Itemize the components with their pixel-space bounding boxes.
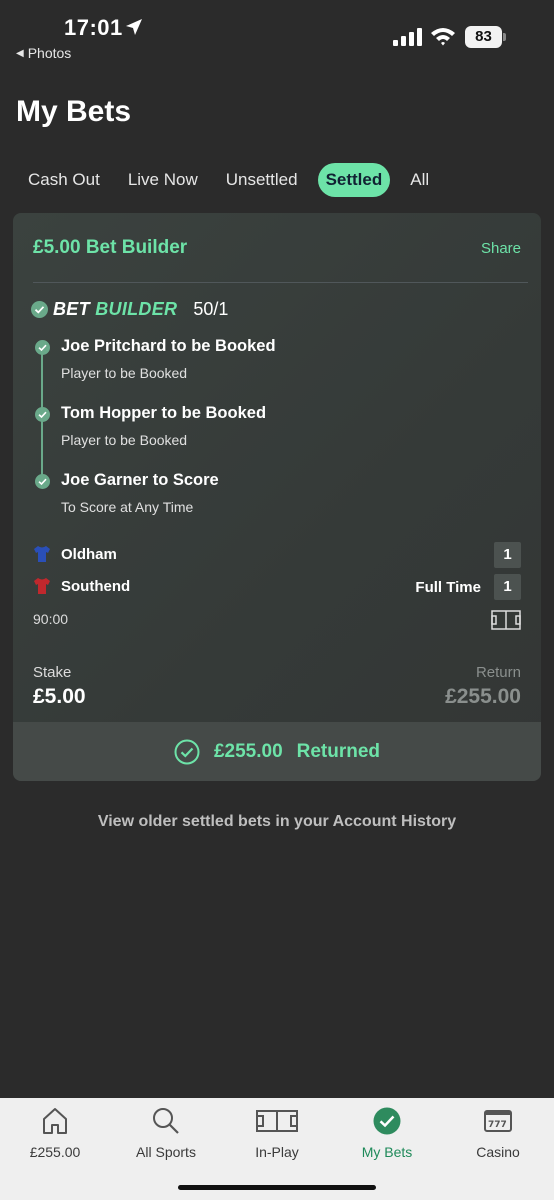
check-circle-icon <box>373 1107 401 1135</box>
returned-amount: £255.00 <box>213 740 283 762</box>
nav-label: Casino <box>476 1144 520 1160</box>
nav-label: My Bets <box>361 1144 413 1160</box>
away-score: 1 <box>494 574 521 600</box>
slot-machine-icon: 777 <box>484 1110 512 1132</box>
leg-selection: Joe Pritchard to be Booked <box>61 337 276 355</box>
battery-level: 83 <box>465 26 502 48</box>
leg-check-icon <box>35 474 50 489</box>
bet-builder-word-1: BET <box>53 299 90 319</box>
nav-casino[interactable]: 777 Casino <box>443 1106 553 1160</box>
match-status: Full Time <box>415 579 481 596</box>
pitch-icon <box>256 1110 298 1132</box>
home-indicator <box>178 1185 376 1190</box>
nav-label: In-Play <box>255 1144 299 1160</box>
cellular-signal-icon <box>393 28 422 46</box>
bet-builder-word-2: BUILDER <box>95 299 178 319</box>
tab-settled[interactable]: Settled <box>317 163 391 197</box>
leg-market: Player to be Booked <box>61 432 188 448</box>
share-button[interactable]: Share <box>481 240 521 257</box>
nav-home[interactable]: £255.00 <box>0 1106 110 1160</box>
location-arrow-icon <box>126 19 142 35</box>
search-icon <box>153 1108 179 1134</box>
stake-label: Stake <box>33 664 72 681</box>
return-label: Return <box>475 664 521 681</box>
status-time: 17:01 <box>64 15 123 40</box>
nav-in-play[interactable]: In-Play <box>222 1106 332 1160</box>
bet-odds: 50/1 <box>193 299 229 319</box>
tab-all[interactable]: All <box>396 163 443 197</box>
bet-card: £5.00 Bet Builder Share BET BUILDER 50/1… <box>13 213 541 781</box>
tab-unsettled[interactable]: Unsettled <box>212 163 312 197</box>
check-circle-icon <box>31 301 48 318</box>
pitch-icon[interactable] <box>491 610 521 630</box>
returned-label: Returned <box>296 740 381 762</box>
svg-text:777: 777 <box>488 1120 507 1130</box>
back-to-photos-link[interactable]: ◀ Photos <box>16 45 71 61</box>
leg-check-icon <box>35 340 50 355</box>
nav-all-sports[interactable]: All Sports <box>111 1106 221 1160</box>
tab-live-now[interactable]: Live Now <box>114 163 212 197</box>
back-label: Photos <box>27 45 72 61</box>
tab-cash-out[interactable]: Cash Out <box>14 163 114 197</box>
leg-market: Player to be Booked <box>61 365 188 381</box>
leg-selection: Tom Hopper to be Booked <box>61 404 267 422</box>
bet-builder-header: BET BUILDER 50/1 <box>31 299 228 320</box>
returned-check-icon <box>174 739 200 764</box>
returned-status-bar: £255.00 Returned <box>13 722 541 781</box>
nav-label: £255.00 <box>29 1144 81 1160</box>
card-divider <box>33 282 528 283</box>
battery-tip <box>503 33 506 41</box>
bet-filter-tabs: Cash Out Live Now Unsettled Settled All <box>14 163 443 197</box>
away-team: Southend <box>33 577 130 595</box>
match-clock: 90:00 <box>33 611 69 627</box>
wifi-icon <box>431 28 455 46</box>
home-team-name: Oldham <box>61 545 117 563</box>
back-triangle-icon: ◀ <box>16 47 24 59</box>
stake-value: £5.00 <box>33 685 86 708</box>
page-title: My Bets <box>16 95 132 128</box>
battery-indicator: 83 <box>465 26 507 48</box>
leg-check-icon <box>35 407 50 422</box>
home-score: 1 <box>494 542 521 568</box>
status-bar: 17:01 ◀ Photos 83 <box>0 0 554 70</box>
account-history-link[interactable]: View older settled bets in your Account … <box>0 813 554 831</box>
home-shirt-icon <box>34 546 50 562</box>
return-value: £255.00 <box>445 685 521 708</box>
away-shirt-icon <box>34 578 50 594</box>
home-team: Oldham <box>33 545 117 563</box>
nav-label: All Sports <box>136 1144 196 1160</box>
home-icon <box>43 1108 67 1134</box>
leg-market: To Score at Any Time <box>61 499 194 515</box>
away-team-name: Southend <box>61 577 131 595</box>
leg-selection: Joe Garner to Score <box>61 471 219 489</box>
nav-my-bets[interactable]: My Bets <box>332 1106 442 1160</box>
bet-title: £5.00 Bet Builder <box>33 237 188 258</box>
bet-builder-logo: BET BUILDER <box>53 299 177 320</box>
